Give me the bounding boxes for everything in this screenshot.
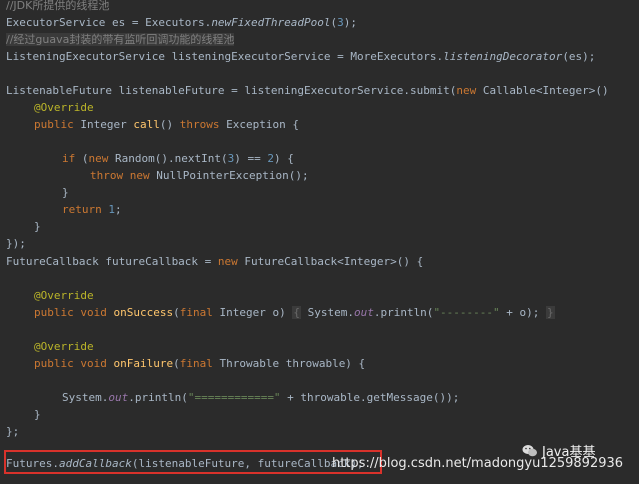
code-line-16: public void onSuccess(final Integer o) {… [34, 306, 555, 319]
code-line-13: }); [6, 237, 26, 250]
code-line-7: public Integer call() throws Exception { [34, 118, 299, 131]
code-line-18: public void onFailure(final Throwable th… [34, 357, 366, 370]
code-line-3: //经过guava封装的带有监听回调功能的线程池 [6, 31, 235, 48]
code-line-17: @Override [34, 340, 94, 353]
code-line-21: }; [6, 425, 20, 438]
fold-marker[interactable]: } [546, 306, 555, 319]
highlight-box [4, 450, 382, 474]
watermark: https://blog.csdn.net/madongyu1259892936 [332, 456, 624, 471]
comment: //经过guava封装的带有监听回调功能的线程池 [6, 33, 235, 46]
code-line-14: FutureCallback futureCallback = new Futu… [6, 255, 424, 268]
code-line-15: @Override [34, 289, 94, 302]
code-line-19: System.out.println("============" + thro… [62, 391, 460, 404]
code-line-5: ListenableFuture listenableFuture = list… [6, 84, 609, 97]
code-line-2: ExecutorService es = Executors.newFixedT… [6, 16, 358, 29]
code-line-11: return 1; [62, 203, 122, 216]
comment: //JDK所提供的线程池 [6, 0, 110, 12]
code-line-20: } [34, 408, 41, 421]
code-line-9: throw new NullPointerException(); [90, 169, 309, 182]
code-line-8: if (new Random().nextInt(3) == 2) { [62, 152, 294, 165]
code-editor[interactable]: //JDK所提供的线程池 ExecutorService es = Execut… [0, 0, 639, 484]
code-line-6: @Override [34, 101, 94, 114]
code-line-12: } [34, 220, 41, 233]
code-line-1: //JDK所提供的线程池 [6, 0, 109, 14]
code-line-10: } [62, 186, 69, 199]
fold-marker[interactable]: { [292, 306, 301, 319]
code-line-4: ListeningExecutorService listeningExecut… [6, 50, 596, 63]
